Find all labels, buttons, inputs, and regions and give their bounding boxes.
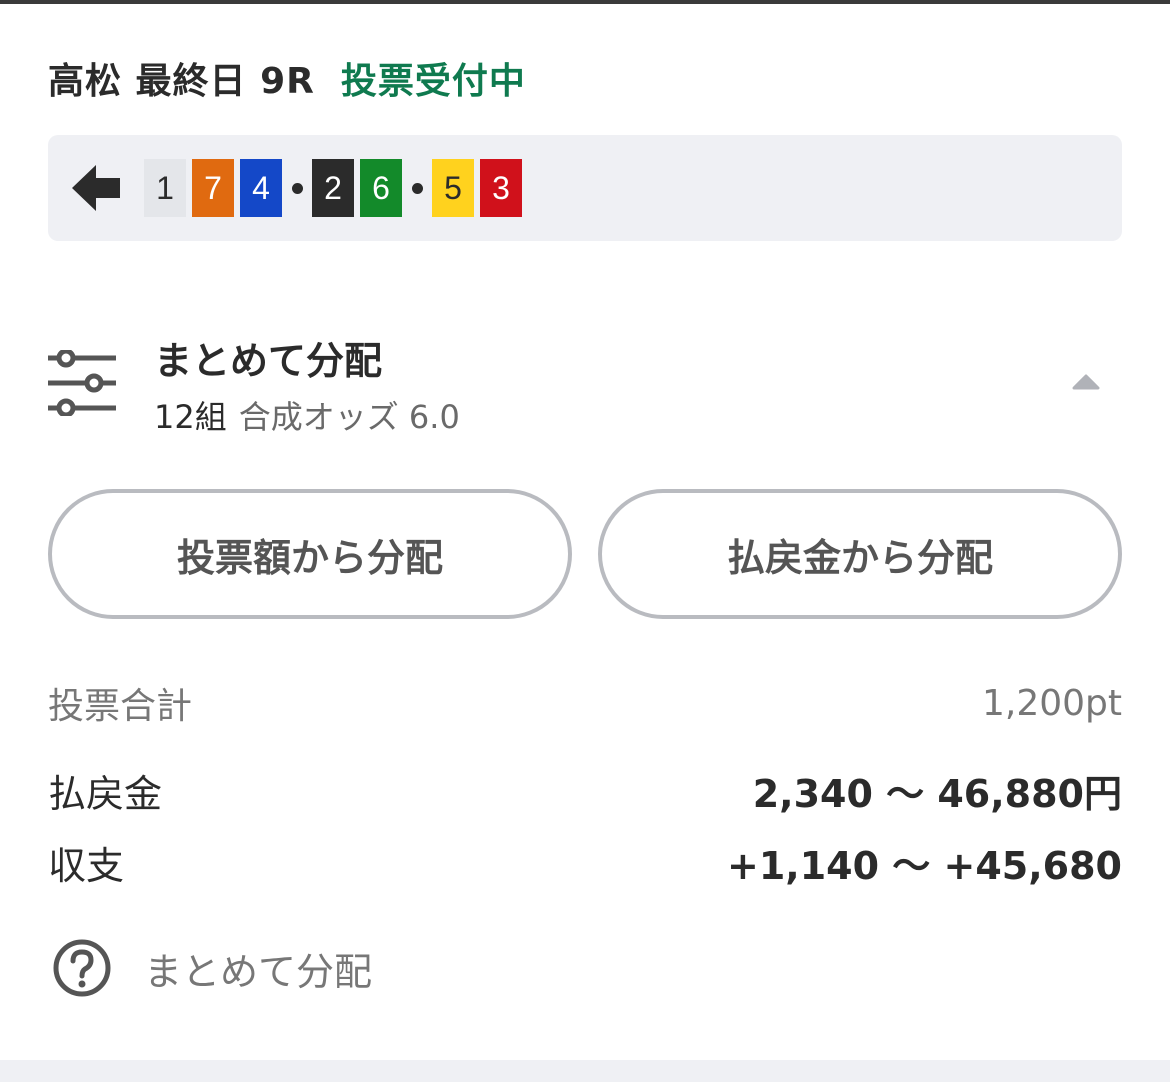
- distribute-by-stake-button[interactable]: 投票額から分配: [48, 489, 572, 619]
- bottom-strip: [0, 1060, 1170, 1082]
- total-stake-label: 投票合計: [48, 686, 193, 727]
- boat-number: 5: [432, 159, 474, 217]
- race-header: 高松 最終日 9R 投票受付中: [48, 52, 526, 104]
- arrow-left-icon[interactable]: [72, 165, 122, 211]
- distribution-title: まとめて分配: [154, 339, 383, 383]
- group-separator: [288, 159, 306, 217]
- combination-count: 12組: [154, 398, 227, 436]
- combined-odds: 合成オッズ 6.0: [238, 398, 460, 436]
- boat-number: 4: [240, 159, 282, 217]
- boat-number: 3: [480, 159, 522, 217]
- question-circle-icon: [53, 939, 111, 997]
- profit-label: 収支: [48, 843, 125, 888]
- combination-box: 1742653: [48, 135, 1122, 241]
- sliders-icon: [48, 350, 116, 416]
- help-label: まとめて分配: [144, 949, 373, 994]
- group-separator: [408, 159, 426, 217]
- race-title: 高松 最終日 9R: [48, 61, 315, 102]
- boat-number: 7: [192, 159, 234, 217]
- distribution-subtitle: 12組 合成オッズ 6.0: [154, 392, 460, 438]
- boat-number: 2: [312, 159, 354, 217]
- payout-value: 2,340 〜 46,880円: [752, 771, 1122, 816]
- total-stake-row: 投票合計 1,200pt: [48, 678, 1122, 728]
- distribute-by-payout-button[interactable]: 払戻金から分配: [598, 489, 1122, 619]
- help-link[interactable]: まとめて分配: [52, 939, 373, 997]
- top-border: [0, 0, 1170, 4]
- bulk-distribution-section[interactable]: まとめて分配 12組 合成オッズ 6.0: [48, 330, 1122, 440]
- boat-number: 1: [144, 159, 186, 217]
- profit-value: +1,140 〜 +45,680: [727, 843, 1122, 888]
- boat-number: 6: [360, 159, 402, 217]
- voting-status: 投票受付中: [340, 61, 526, 102]
- payout-label: 払戻金: [48, 771, 163, 816]
- boat-combination: 1742653: [144, 159, 528, 217]
- caret-up-icon[interactable]: [1072, 374, 1100, 390]
- payout-row: 払戻金 2,340 〜 46,880円: [48, 764, 1122, 816]
- total-stake-value: 1,200pt: [981, 682, 1122, 724]
- profit-row: 収支 +1,140 〜 +45,680: [48, 836, 1122, 888]
